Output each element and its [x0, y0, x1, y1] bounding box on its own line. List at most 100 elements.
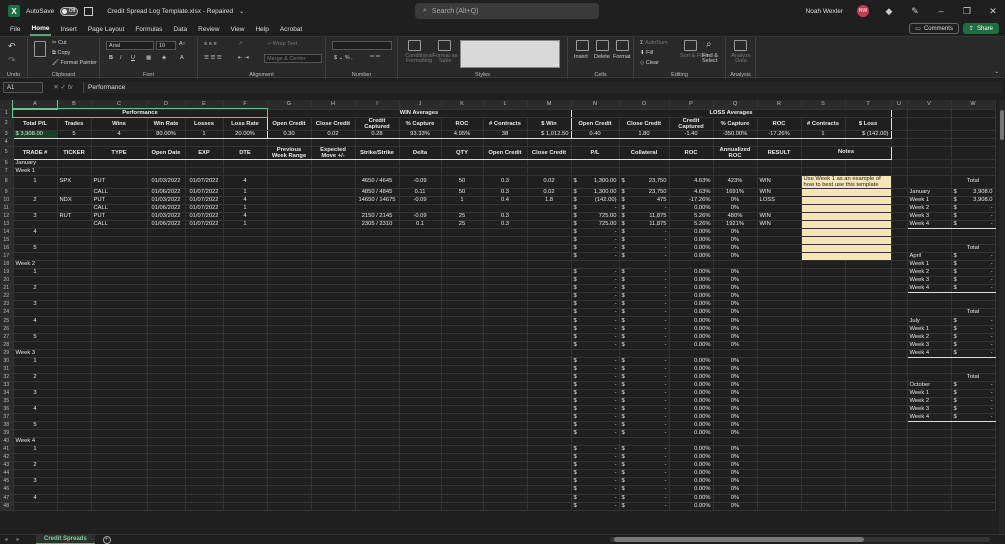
- cell[interactable]: $ -: [951, 284, 996, 294]
- cell[interactable]: [185, 292, 224, 302]
- cell[interactable]: [185, 485, 224, 495]
- cell[interactable]: [57, 429, 92, 439]
- cell[interactable]: $ -: [951, 341, 996, 350]
- font-size-select[interactable]: 10: [156, 41, 176, 50]
- cell[interactable]: [483, 469, 528, 479]
- cell[interactable]: [223, 389, 268, 398]
- wrap-text-button[interactable]: ⤶ Wrap Text: [268, 41, 297, 48]
- cell[interactable]: [619, 437, 670, 447]
- cell[interactable]: [757, 373, 802, 382]
- cell[interactable]: [483, 477, 528, 487]
- cell[interactable]: [951, 477, 996, 487]
- cell[interactable]: [483, 373, 528, 382]
- cell[interactable]: -0.09: [399, 196, 442, 205]
- cell[interactable]: [91, 413, 148, 423]
- cell[interactable]: 0.00%: [669, 268, 714, 278]
- cell[interactable]: [355, 357, 400, 366]
- cell[interactable]: [619, 159, 670, 168]
- column-header[interactable]: Q: [713, 100, 758, 110]
- cell[interactable]: [757, 268, 802, 278]
- cell[interactable]: [185, 437, 224, 447]
- cell[interactable]: [757, 204, 802, 213]
- cell[interactable]: [801, 325, 846, 334]
- cell[interactable]: 3: [12, 477, 58, 487]
- cell[interactable]: [12, 325, 58, 334]
- cell[interactable]: Total: [951, 372, 996, 382]
- cell[interactable]: [757, 485, 802, 495]
- cell[interactable]: $475: [619, 196, 670, 205]
- cell[interactable]: [311, 159, 356, 168]
- cell[interactable]: [527, 236, 572, 246]
- column-header[interactable]: C: [91, 100, 148, 110]
- cell[interactable]: [571, 167, 620, 176]
- cell[interactable]: [483, 445, 528, 455]
- cell[interactable]: [311, 220, 356, 229]
- cell[interactable]: 0%: [713, 469, 758, 479]
- cell[interactable]: [483, 167, 528, 176]
- cell[interactable]: $ -: [951, 220, 996, 229]
- cell[interactable]: [399, 357, 442, 366]
- cell[interactable]: 4.95%: [441, 130, 484, 139]
- cell[interactable]: [757, 325, 802, 334]
- cell[interactable]: 01/06/2022: [147, 220, 186, 229]
- cell[interactable]: [91, 389, 148, 398]
- redo-icon[interactable]: ↷: [8, 55, 16, 66]
- cell[interactable]: [845, 397, 892, 407]
- cell[interactable]: [311, 316, 356, 326]
- cell[interactable]: [669, 167, 714, 176]
- cell[interactable]: [355, 477, 400, 487]
- cell[interactable]: [185, 316, 224, 326]
- cell[interactable]: [57, 204, 92, 213]
- cell[interactable]: [12, 413, 58, 423]
- row-header[interactable]: 5: [0, 146, 14, 160]
- cell[interactable]: [355, 138, 400, 147]
- cell[interactable]: [669, 138, 714, 147]
- cell[interactable]: [355, 485, 400, 495]
- cell[interactable]: $ -: [619, 308, 670, 318]
- cell[interactable]: [91, 333, 148, 342]
- cell[interactable]: [311, 167, 356, 176]
- cell[interactable]: [147, 228, 186, 238]
- cell[interactable]: Collateral: [619, 145, 670, 160]
- cell[interactable]: 0%: [713, 373, 758, 382]
- cell[interactable]: [483, 300, 528, 310]
- cell[interactable]: -0.09: [399, 212, 442, 221]
- cell[interactable]: 0%: [713, 445, 758, 455]
- cell[interactable]: [951, 146, 996, 160]
- row-header[interactable]: 40: [0, 437, 14, 447]
- cell[interactable]: 20.00%: [223, 130, 268, 139]
- cell[interactable]: [355, 268, 400, 278]
- cell[interactable]: [845, 405, 892, 415]
- cell[interactable]: [267, 429, 312, 439]
- cell[interactable]: [399, 349, 442, 358]
- cell[interactable]: [311, 212, 356, 221]
- cell[interactable]: 0.00%: [669, 316, 714, 326]
- cell[interactable]: LOSS: [757, 196, 802, 205]
- row-header[interactable]: 26: [0, 325, 14, 334]
- cell[interactable]: $ -: [571, 228, 620, 238]
- cell[interactable]: [311, 389, 356, 398]
- cell[interactable]: [845, 341, 892, 350]
- cell[interactable]: [483, 421, 528, 431]
- cell[interactable]: $ -: [619, 485, 670, 495]
- row-header[interactable]: 31: [0, 365, 14, 374]
- cell[interactable]: [223, 373, 268, 382]
- cell[interactable]: [483, 138, 528, 147]
- cell[interactable]: [845, 445, 892, 455]
- cell[interactable]: WIN: [757, 188, 802, 197]
- cell[interactable]: [355, 333, 400, 342]
- cell[interactable]: [311, 494, 356, 503]
- cell[interactable]: [185, 373, 224, 382]
- cell[interactable]: [12, 341, 58, 350]
- cell[interactable]: [483, 365, 528, 374]
- cell[interactable]: [267, 138, 312, 147]
- cell[interactable]: $ -: [951, 413, 996, 423]
- cell[interactable]: WIN: [757, 212, 802, 221]
- cell[interactable]: [441, 308, 484, 318]
- cell[interactable]: [483, 494, 528, 503]
- cell[interactable]: [223, 276, 268, 286]
- tab-view[interactable]: View: [229, 22, 245, 36]
- row-header[interactable]: 6: [0, 159, 14, 168]
- cell[interactable]: [891, 469, 908, 479]
- row-header[interactable]: 2: [0, 117, 14, 131]
